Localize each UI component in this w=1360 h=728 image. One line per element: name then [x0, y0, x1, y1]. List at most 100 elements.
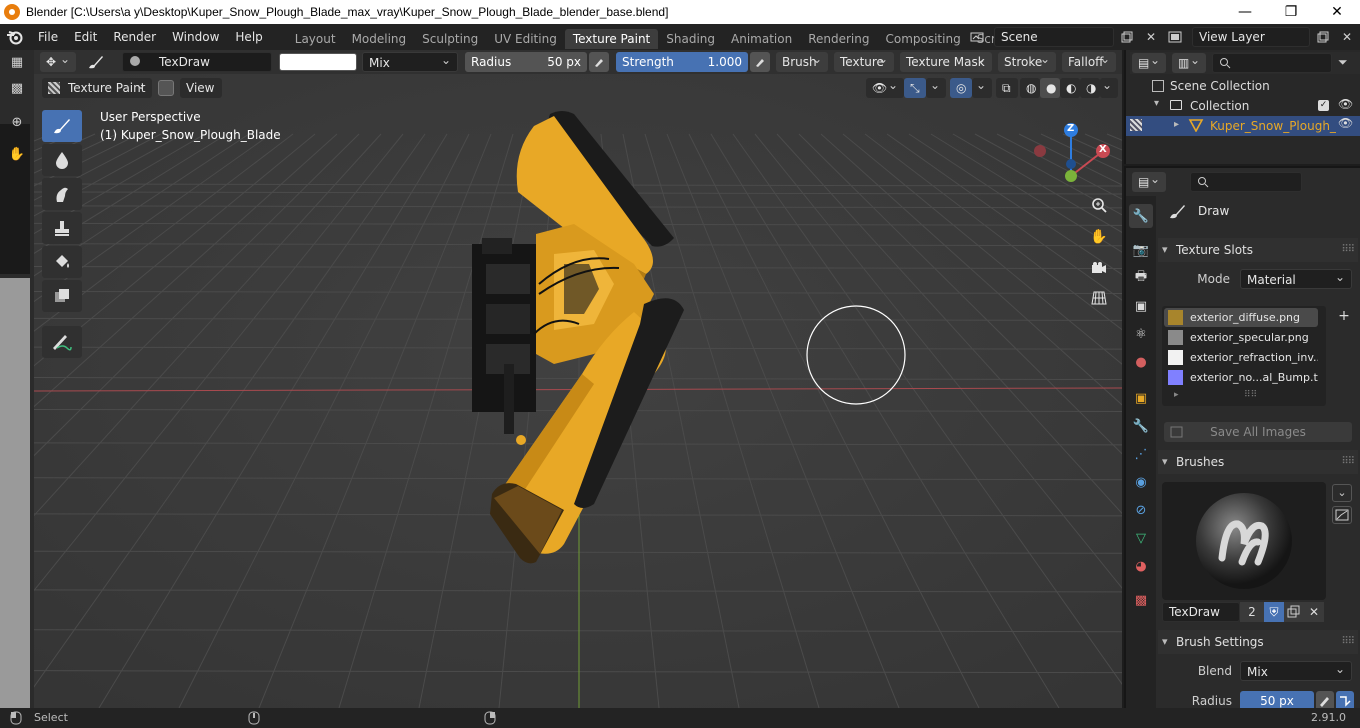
texture-slot-item[interactable]: exterior_refraction_inv...	[1164, 348, 1318, 367]
delete-view-layer-icon[interactable]: ✕	[1336, 27, 1358, 47]
tab-layout[interactable]: Layout	[287, 29, 344, 49]
checker-icon[interactable]: ▩	[4, 78, 30, 98]
brush-icon[interactable]	[84, 52, 108, 72]
list-expand-icon[interactable]: ▸	[1174, 390, 1179, 400]
camera-view-icon[interactable]	[1086, 255, 1112, 281]
stroke-menu[interactable]: Stroke	[998, 49, 1056, 72]
unlink-brush-icon[interactable]: ✕	[1304, 602, 1324, 622]
paint-mask-icon[interactable]	[158, 80, 174, 96]
texture-slot-item[interactable]: exterior_no...al_Bump.tga	[1164, 368, 1318, 387]
collection-expand-icon[interactable]: ▾	[1154, 98, 1159, 109]
brush-color-swatch[interactable]	[279, 53, 357, 71]
object-tab-icon[interactable]: ▣	[1129, 386, 1153, 410]
view-layer-field[interactable]: View Layer	[1192, 27, 1310, 47]
scene-collection-label[interactable]: Scene Collection	[1170, 79, 1270, 93]
scene-tab-icon[interactable]: ⚛	[1129, 322, 1153, 346]
add-slot-button[interactable]: +	[1334, 306, 1354, 326]
strength-slider[interactable]: Strength 1.000	[616, 52, 748, 72]
editor-type-icon[interactable]: ▦	[4, 52, 30, 72]
new-scene-icon[interactable]	[1116, 27, 1138, 47]
falloff-menu[interactable]: Falloff	[1062, 49, 1116, 72]
gizmo-dropdown[interactable]	[926, 75, 946, 98]
physics-tab-icon[interactable]: ◉	[1129, 470, 1153, 494]
gizmo-z-label[interactable]: Z	[1067, 123, 1074, 134]
blend-mode-dropdown[interactable]: Mix	[362, 50, 458, 72]
perspective-toggle-icon[interactable]	[1086, 285, 1112, 311]
menu-render[interactable]: Render	[105, 24, 164, 50]
menu-help[interactable]: Help	[227, 24, 270, 50]
zoom-icon[interactable]	[1086, 192, 1112, 218]
collection-label[interactable]: Collection	[1190, 99, 1249, 113]
brushes-panel-header[interactable]: Brushes⠿⠿	[1158, 450, 1358, 474]
close-button[interactable]: ✕	[1314, 0, 1360, 24]
outliner-search-input[interactable]	[1212, 53, 1332, 73]
pan-hand-icon[interactable]: ✋	[1086, 224, 1112, 250]
fake-user-shield-icon[interactable]: ⛨	[1264, 602, 1284, 622]
modifier-tab-icon[interactable]: 🔧	[1129, 414, 1153, 438]
3d-viewport[interactable]: User Perspective (1) Kuper_Snow_Plough_B…	[34, 74, 1122, 708]
texture-mode-dropdown[interactable]: Material	[1240, 267, 1352, 289]
fill-tool-button[interactable]	[42, 246, 82, 278]
data-tab-icon[interactable]: ▽	[1129, 526, 1153, 550]
mask-tool-button[interactable]	[42, 280, 82, 312]
tab-rendering[interactable]: Rendering	[800, 29, 877, 49]
texture-menu[interactable]: Texture	[834, 49, 894, 72]
visibility-icon[interactable]: 👁	[866, 75, 904, 98]
tool-tab-icon[interactable]: 🔧	[1129, 204, 1153, 228]
texture-tab-icon[interactable]: ▩	[1129, 588, 1153, 612]
brush-preview[interactable]	[1162, 482, 1326, 600]
solid-shading-icon[interactable]: ●	[1040, 78, 1060, 98]
list-resize-grip[interactable]: ⠿⠿	[1244, 390, 1257, 400]
new-view-layer-icon[interactable]	[1312, 27, 1334, 47]
overlays-toggle-icon[interactable]: ◎	[950, 78, 972, 98]
brush-name-field[interactable]: TexDraw	[122, 52, 272, 72]
properties-search-input[interactable]	[1190, 172, 1302, 192]
output-tab-icon[interactable]: 🖶	[1129, 266, 1153, 290]
outliner-editor-type[interactable]: ▤	[1132, 50, 1166, 73]
tab-animation[interactable]: Animation	[723, 29, 800, 49]
tab-modeling[interactable]: Modeling	[344, 29, 415, 49]
material-shading-icon[interactable]: ◐	[1060, 78, 1080, 98]
display-mode-dropdown[interactable]: ▥	[1172, 50, 1206, 73]
brush-name-input[interactable]: TexDraw	[1162, 602, 1240, 622]
menu-window[interactable]: Window	[164, 24, 227, 50]
tab-shading[interactable]: Shading	[658, 29, 723, 49]
object-visibility-icon[interactable]: 👁	[1338, 116, 1353, 130]
zoom-in-icon[interactable]: ⊕	[4, 112, 30, 132]
collection-visibility-icon[interactable]: 👁	[1338, 97, 1353, 111]
save-all-images-button[interactable]: Save All Images	[1164, 422, 1352, 442]
tab-sculpting[interactable]: Sculpting	[414, 29, 486, 49]
object-label[interactable]: Kuper_Snow_Plough_	[1210, 119, 1336, 133]
brush-blend-dropdown[interactable]: Mix	[1240, 659, 1352, 681]
draw-tool-button[interactable]	[42, 110, 82, 142]
shading-dropdown[interactable]	[1100, 75, 1118, 98]
strength-pressure-icon[interactable]	[750, 52, 770, 72]
object-expand-icon[interactable]: ▸	[1174, 119, 1179, 130]
texture-slot-item[interactable]: exterior_diffuse.png	[1164, 308, 1318, 327]
delete-scene-icon[interactable]: ✕	[1140, 27, 1162, 47]
menu-file[interactable]: File	[30, 24, 66, 50]
gizmo-x-label[interactable]: X	[1099, 144, 1107, 155]
annotate-tool-button[interactable]	[42, 326, 82, 358]
scene-icon[interactable]	[966, 27, 988, 47]
smear-tool-button[interactable]	[42, 178, 82, 210]
view-layer-icon[interactable]	[1164, 27, 1186, 47]
hand-pan-icon[interactable]: ✋	[4, 144, 30, 164]
render-tab-icon[interactable]: 📷	[1129, 238, 1153, 262]
particles-tab-icon[interactable]: ⋰	[1129, 442, 1153, 466]
constraints-tab-icon[interactable]: ⊘	[1129, 498, 1153, 522]
scene-name-field[interactable]: Scene	[994, 27, 1114, 47]
tab-texture-paint[interactable]: Texture Paint	[564, 29, 659, 49]
radius-slider[interactable]: Radius 50 px	[465, 52, 587, 72]
brush-settings-panel-header[interactable]: Brush Settings⠿⠿	[1158, 630, 1358, 654]
minimize-button[interactable]: —	[1222, 0, 1268, 24]
brush-menu[interactable]: Brush	[776, 49, 828, 72]
blender-menu-icon[interactable]	[0, 24, 30, 50]
menu-edit[interactable]: Edit	[66, 24, 105, 50]
brush-users-count[interactable]: 2	[1240, 602, 1264, 622]
overlays-dropdown[interactable]	[972, 75, 992, 98]
texture-slots-panel-header[interactable]: Texture Slots⠿⠿	[1158, 238, 1358, 262]
tab-uv-editing[interactable]: UV Editing	[486, 29, 565, 49]
collection-checkbox[interactable]: ✓	[1318, 100, 1329, 111]
radius-pressure-icon[interactable]	[589, 52, 609, 72]
